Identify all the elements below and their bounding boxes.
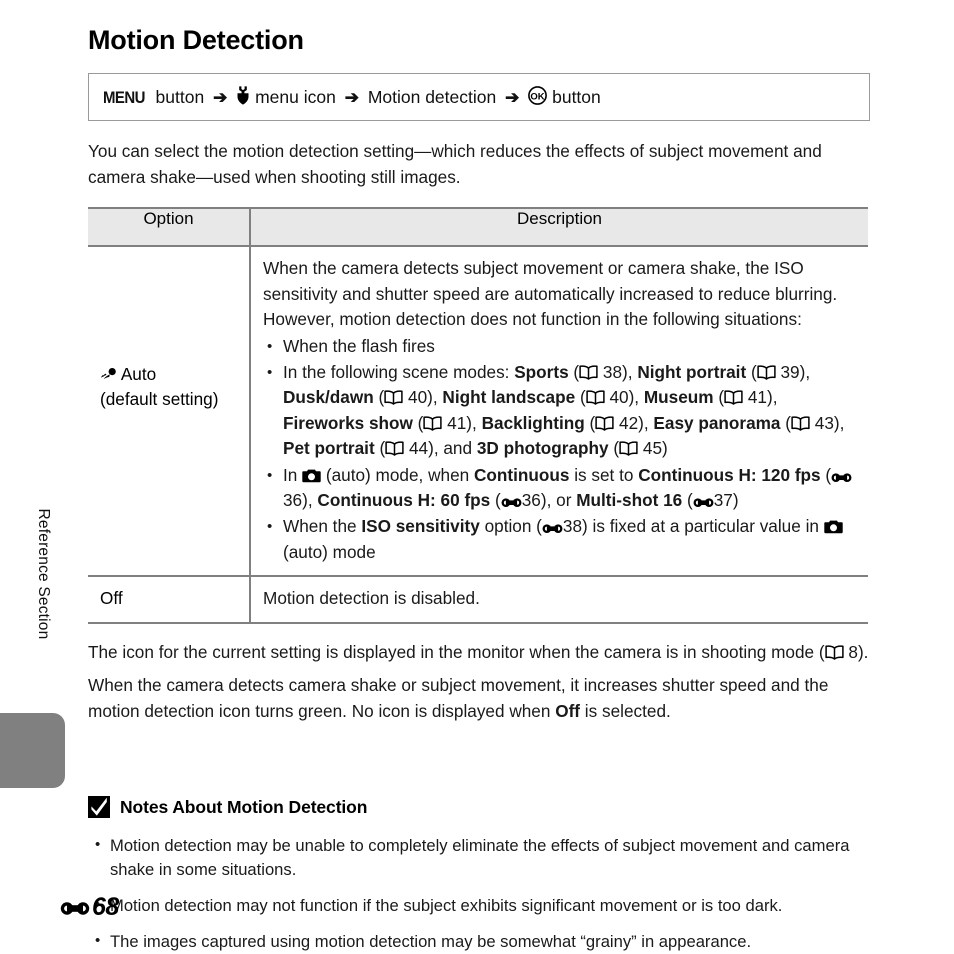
book-page-icon: [824, 645, 844, 660]
post-para-1-a: The icon for the current setting is disp…: [88, 641, 825, 662]
post-table-paragraph-1: The icon for the current setting is disp…: [88, 640, 870, 666]
table-row-auto: Auto (default setting) When the camera d…: [88, 246, 868, 578]
continuous-prefix-2: (auto) mode, when: [321, 464, 474, 485]
option-cell-off: Off: [88, 576, 250, 624]
option-name: Pet portrait: [283, 438, 375, 459]
book-page-icon: [423, 416, 443, 431]
option-name: Night landscape: [442, 387, 576, 408]
auto-desc-bullets: When the flash fires In the following sc…: [263, 334, 860, 566]
option-name: Sports: [514, 362, 569, 383]
e-marker-icon: [60, 899, 90, 916]
continuous-setting-name: Continuous: [473, 464, 570, 485]
bullet-flash: When the flash fires: [263, 334, 860, 360]
arrow-icon-3: ➔: [505, 88, 520, 108]
option-name: Continuous H: 120 fps: [638, 464, 821, 485]
book-page-icon: [384, 390, 403, 406]
e-marker-icon: [693, 496, 714, 508]
notes-heading-row: Notes About Motion Detection: [88, 796, 870, 819]
ok-button-word: button: [552, 87, 601, 108]
page-footer: 68: [60, 893, 119, 922]
continuous-prefix-3: is set to: [569, 464, 639, 485]
column-header-description: Description: [249, 207, 868, 248]
iso-setting-name: ISO sensitivity: [361, 516, 480, 537]
description-cell-auto: When the camera detects subject movement…: [249, 246, 868, 578]
page-number: 68: [92, 893, 119, 921]
iso-middle: option (: [479, 516, 542, 537]
menu-button-word: button: [155, 87, 205, 108]
book-page-icon: [586, 390, 605, 406]
option-name: Fireworks show: [283, 412, 413, 433]
scene-modes-lead: In the following scene modes:: [283, 362, 515, 383]
e-marker-icon: [831, 471, 852, 483]
e-marker-icon: [542, 522, 563, 534]
post-para-2-a: When the camera detects camera shake or …: [88, 675, 829, 721]
book-page-icon: [579, 365, 598, 380]
auto-option-line: Auto: [100, 362, 239, 387]
book-ref-icon-wrap: 8: [824, 642, 858, 662]
iso-suffix-1: ) is fixed at a particular value in: [582, 516, 824, 537]
bullet-continuous: In (auto) mode, when Continuous is set t…: [263, 463, 860, 514]
table-header-row: Option Description: [88, 207, 868, 248]
menu-path-text: MENU button ➔ menu icon ➔ Motion detecti…: [103, 86, 601, 108]
iso-suffix-2: (auto) mode: [283, 541, 376, 562]
auto-desc-intro: When the camera detects subject movement…: [263, 258, 838, 330]
option-name: Backlighting: [481, 412, 585, 433]
book-page-icon: [385, 441, 404, 456]
option-name: Dusk/dawn: [283, 387, 374, 408]
option-name: Multi-shot 16: [576, 490, 683, 511]
bullet-scene-modes: In the following scene modes: Sports ( 3…: [263, 360, 860, 462]
menu-icon-label: menu icon: [255, 87, 336, 108]
post-para-1-b: ).: [857, 641, 869, 662]
arrow-icon-1: ➔: [213, 88, 228, 108]
description-cell-off: Motion detection is disabled.: [249, 576, 868, 624]
post-para-2-b: is selected.: [580, 700, 671, 721]
warning-check-icon: [88, 796, 110, 819]
auto-option-sublabel: (default setting): [100, 389, 219, 410]
e-marker-icon: [501, 496, 522, 508]
book-page-icon: [619, 441, 638, 456]
sidebar-section-label: Reference Section: [35, 508, 52, 640]
arrow-icon-2: ➔: [344, 88, 359, 108]
camera-auto-icon: [302, 469, 321, 483]
option-cell-auto: Auto (default setting): [88, 246, 250, 578]
bullet-iso: When the ISO sensitivity option (38) is …: [263, 514, 860, 565]
options-table: Option Description Auto (default setting…: [88, 207, 868, 624]
menu-path-box: MENU button ➔ menu icon ➔ Motion detecti…: [88, 73, 870, 122]
wrench-icon: [236, 86, 250, 105]
section-tab-marker: [0, 713, 65, 788]
option-name: Museum: [643, 387, 714, 408]
option-name: Continuous H: 60 fps: [317, 490, 491, 511]
post-para-2-bold: Off: [555, 700, 581, 721]
column-header-option: Option: [88, 207, 250, 248]
option-name: 3D photography: [476, 438, 609, 459]
book-page-icon: [757, 365, 776, 380]
note-item: Motion detection may be unable to comple…: [88, 833, 870, 882]
iso-ref-marker: 38: [542, 516, 582, 536]
menu-item-label: Motion detection: [367, 87, 497, 108]
option-name: Night portrait: [637, 362, 747, 383]
auto-option-label: Auto: [120, 364, 157, 385]
intro-paragraph: You can select the motion detection sett…: [88, 141, 822, 187]
continuous-prefix-1: In: [283, 464, 303, 485]
bullet-flash-text: When the flash fires: [283, 335, 435, 356]
notes-section: Notes About Motion Detection Motion dete…: [88, 796, 870, 954]
svg-text:OK: OK: [531, 92, 545, 103]
ok-button-icon: OK: [528, 86, 548, 106]
book-page-icon: [791, 416, 810, 431]
note-item: Motion detection may not function if the…: [88, 893, 870, 918]
motion-detection-icon: [100, 367, 117, 382]
book-page-icon: [724, 390, 743, 406]
table-row-off: Off Motion detection is disabled.: [88, 576, 868, 624]
notes-items: Motion detection may be unable to comple…: [88, 833, 870, 954]
note-item: The images captured using motion detecti…: [88, 929, 870, 954]
post-table-paragraph-2: When the camera detects camera shake or …: [88, 673, 870, 724]
camera-auto-icon: [824, 520, 843, 534]
option-name: Easy panorama: [653, 412, 781, 433]
page-title: Motion Detection: [88, 25, 304, 55]
iso-prefix: When the: [283, 516, 362, 537]
page-content: Motion Detection MENU button ➔ menu icon…: [88, 0, 870, 954]
book-page-icon: [595, 416, 614, 431]
notes-heading-text: Notes About Motion Detection: [120, 796, 368, 817]
menu-button-label: MENU: [103, 88, 145, 108]
